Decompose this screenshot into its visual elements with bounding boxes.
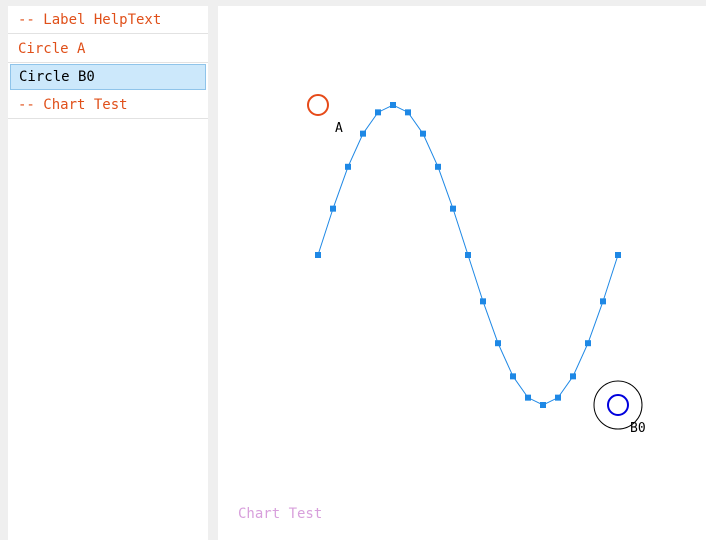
data-point[interactable]: [465, 252, 471, 258]
data-point[interactable]: [330, 205, 336, 212]
data-point[interactable]: [570, 373, 576, 380]
data-point[interactable]: [360, 130, 366, 137]
data-point[interactable]: [345, 163, 351, 170]
data-point[interactable]: [615, 252, 621, 258]
data-point[interactable]: [525, 394, 531, 401]
data-point[interactable]: [495, 340, 501, 347]
chart-caption: Chart Test: [238, 506, 323, 522]
data-point[interactable]: [585, 340, 591, 347]
series-layer: [315, 102, 621, 408]
data-point[interactable]: [555, 394, 561, 401]
circle-b0-label: B0: [630, 421, 646, 436]
data-point[interactable]: [420, 130, 426, 137]
canvas-area[interactable]: A B0 Chart Test: [218, 6, 706, 540]
data-point[interactable]: [540, 402, 546, 408]
circle-b0[interactable]: [607, 394, 629, 416]
data-point[interactable]: [510, 373, 516, 380]
data-point[interactable]: [315, 252, 321, 258]
data-point[interactable]: [600, 298, 606, 305]
sidebar-item-chart-test[interactable]: -- Chart Test: [8, 91, 208, 119]
sidebar-item-circle-a[interactable]: Circle A: [8, 35, 208, 63]
data-point[interactable]: [405, 109, 411, 116]
sidebar-item-circle-b0[interactable]: Circle B0: [10, 64, 206, 90]
circle-a[interactable]: [307, 94, 329, 116]
data-point[interactable]: [435, 163, 441, 170]
sidebar-item-label-helptext[interactable]: -- Label HelpText: [8, 6, 208, 34]
plot-surface[interactable]: A B0: [218, 6, 706, 540]
sidebar: -- Label HelpText Circle A Circle B0 -- …: [8, 6, 208, 540]
data-point[interactable]: [480, 298, 486, 305]
data-point[interactable]: [375, 109, 381, 116]
circle-a-label: A: [335, 121, 343, 136]
data-point[interactable]: [450, 205, 456, 212]
data-point[interactable]: [390, 102, 396, 108]
